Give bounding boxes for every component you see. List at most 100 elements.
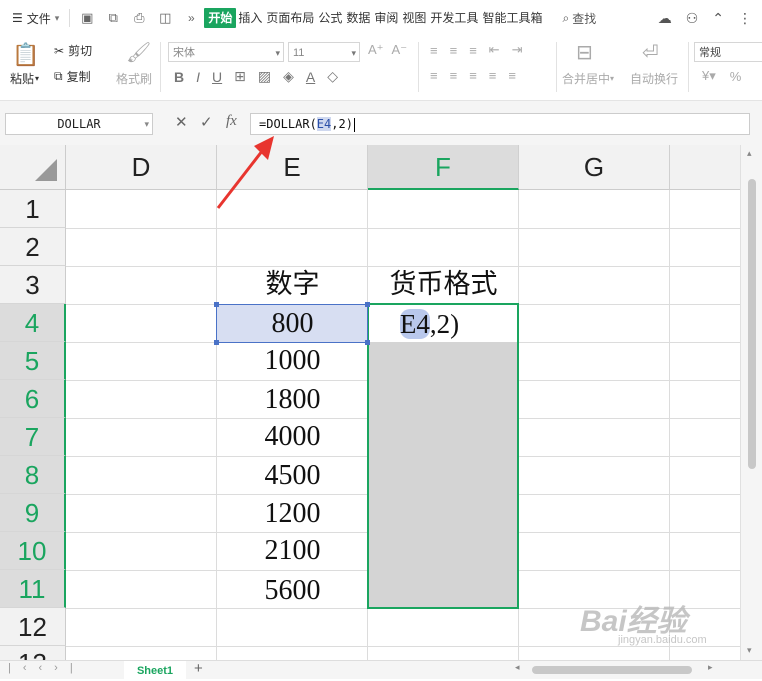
percent-icon[interactable]: %: [730, 69, 742, 84]
tab-formulas[interactable]: 公式: [316, 8, 344, 28]
justify-icon[interactable]: ≡: [489, 68, 497, 83]
scroll-up-icon[interactable]: ▴: [747, 148, 752, 159]
column-header-h[interactable]: [670, 145, 740, 190]
currency-icon[interactable]: ¥▾: [702, 68, 716, 84]
row-header-7[interactable]: 7: [0, 418, 66, 456]
row-header-8[interactable]: 8: [0, 456, 66, 494]
name-box[interactable]: DOLLAR ▾: [5, 113, 153, 135]
wrap-text-label: 自动换行: [630, 72, 679, 86]
tab-developer[interactable]: 开发工具: [428, 8, 480, 28]
file-menu[interactable]: ☰ 文件 ▾: [0, 0, 65, 36]
sheet-nav-icons[interactable]: |‹‹›|: [8, 662, 85, 674]
row-header-2[interactable]: 2: [0, 228, 66, 266]
search-button[interactable]: ⌕ 查找: [562, 10, 596, 27]
vertical-scrollbar[interactable]: ▴ ▾: [740, 145, 762, 660]
align-left-icon[interactable]: ≡: [430, 68, 438, 83]
tab-home[interactable]: 开始: [204, 8, 237, 28]
sheet-tab-sheet1[interactable]: Sheet1: [124, 661, 186, 679]
cell-f4-editor[interactable]: E4,2): [368, 304, 519, 342]
cell-e4[interactable]: 800: [217, 304, 368, 342]
font-size-buttons: A⁺ A⁻: [368, 42, 407, 58]
tab-smart-toolbox[interactable]: 智能工具箱: [480, 8, 544, 28]
row-header-9[interactable]: 9: [0, 494, 66, 532]
paste-button[interactable]: 粘贴 ▾: [10, 70, 39, 87]
column-header-g[interactable]: G: [519, 145, 670, 190]
font-size-select[interactable]: 11 ▾: [288, 42, 360, 62]
print-preview-icon[interactable]: ◫: [157, 10, 173, 26]
increase-font-icon[interactable]: A⁺: [368, 42, 384, 58]
format-painter-button[interactable]: 格式刷: [116, 70, 152, 87]
more-icon[interactable]: »: [183, 10, 199, 26]
font-name-select[interactable]: 宋体 ▾: [168, 42, 284, 62]
bold-icon[interactable]: B: [174, 69, 184, 85]
tab-data[interactable]: 数据: [344, 8, 372, 28]
select-all-button[interactable]: [0, 145, 66, 190]
formula-area: DOLLAR ▾ ✕ ✓ fx =DOLLAR(E4,2): [0, 101, 762, 146]
tab-insert[interactable]: 插入: [236, 8, 264, 28]
cell-e6[interactable]: 1800: [217, 380, 368, 418]
row-header-13[interactable]: 13: [0, 646, 66, 660]
share-icon[interactable]: ⚇: [686, 10, 699, 27]
row-header-6[interactable]: 6: [0, 380, 66, 418]
decrease-font-icon[interactable]: A⁻: [392, 42, 408, 58]
save-icon[interactable]: ▣: [79, 10, 95, 26]
row-header-11[interactable]: 11: [0, 570, 66, 608]
format-painter-label: 格式刷: [116, 72, 153, 86]
cut-button[interactable]: ✂ 剪切: [54, 42, 92, 59]
scroll-down-icon[interactable]: ▾: [747, 645, 752, 656]
cell-e10[interactable]: 2100: [217, 532, 368, 570]
merge-center-button[interactable]: 合并居中 ▾: [562, 70, 614, 87]
vertical-scroll-thumb[interactable]: [748, 179, 756, 469]
cell-e11[interactable]: 5600: [217, 570, 368, 608]
align-center-icon[interactable]: ≡: [450, 68, 458, 83]
paste-icon[interactable]: 📋: [12, 42, 39, 68]
cell-e8[interactable]: 4500: [217, 456, 368, 494]
scroll-left-icon[interactable]: ◂: [515, 662, 520, 673]
fill-style-icon[interactable]: ▨: [258, 68, 271, 85]
export-icon[interactable]: ⧉: [105, 10, 121, 26]
cell-e5[interactable]: 1000: [217, 342, 368, 380]
row-header-10[interactable]: 10: [0, 532, 66, 570]
align-right-icon[interactable]: ≡: [469, 68, 477, 83]
tab-view[interactable]: 视图: [400, 8, 428, 28]
horizontal-scroll-thumb[interactable]: [532, 666, 692, 674]
column-header-f[interactable]: F: [368, 145, 519, 190]
indent-increase-icon[interactable]: ⇥: [512, 42, 523, 58]
row-header-3[interactable]: 3: [0, 266, 66, 304]
cell-e3[interactable]: 数字: [217, 266, 368, 304]
indent-decrease-icon[interactable]: ⇤: [489, 42, 500, 58]
font-color-icon[interactable]: A: [306, 69, 315, 85]
align-bottom-icon[interactable]: ≡: [469, 43, 477, 58]
tab-page-layout[interactable]: 页面布局: [264, 8, 316, 28]
spreadsheet-grid: D E F G 1 2 3 4 5 6 7 8 9 10 11 12 13 数字…: [0, 145, 740, 660]
formula-input[interactable]: =DOLLAR(E4,2): [250, 113, 750, 135]
cancel-icon[interactable]: ✕: [175, 113, 188, 131]
collapse-icon[interactable]: ⌃: [712, 10, 724, 27]
cell-f3[interactable]: 货币格式: [368, 266, 519, 304]
cell-e7[interactable]: 4000: [217, 418, 368, 456]
print-icon[interactable]: ⎙: [131, 10, 147, 26]
cloud-icon[interactable]: ☁: [658, 10, 672, 27]
row-header-1[interactable]: 1: [0, 190, 66, 228]
add-sheet-button[interactable]: +: [194, 660, 203, 677]
align-top-icon[interactable]: ≡: [430, 43, 438, 58]
border-icon[interactable]: ⊞: [234, 68, 246, 85]
column-header-d[interactable]: D: [66, 145, 217, 190]
row-header-12[interactable]: 12: [0, 608, 66, 646]
copy-button[interactable]: ⧉ 复制: [54, 68, 91, 85]
number-format-select[interactable]: 常规: [694, 42, 762, 62]
row-header-4[interactable]: 4: [0, 304, 66, 342]
italic-icon[interactable]: I: [196, 69, 200, 85]
fill-color-icon[interactable]: ◈: [283, 68, 294, 85]
clear-format-icon[interactable]: ◇: [327, 68, 338, 85]
distributed-icon[interactable]: ≡: [508, 68, 516, 83]
wrap-text-button[interactable]: 自动换行: [630, 70, 678, 87]
tab-review[interactable]: 审阅: [372, 8, 400, 28]
row-header-5[interactable]: 5: [0, 342, 66, 380]
chevron-down-icon: ▾: [54, 12, 60, 23]
scroll-right-icon[interactable]: ▸: [708, 662, 713, 673]
align-middle-icon[interactable]: ≡: [450, 43, 458, 58]
more-options-icon[interactable]: ⋮: [738, 10, 752, 27]
underline-icon[interactable]: U: [212, 69, 222, 85]
cell-e9[interactable]: 1200: [217, 494, 368, 532]
